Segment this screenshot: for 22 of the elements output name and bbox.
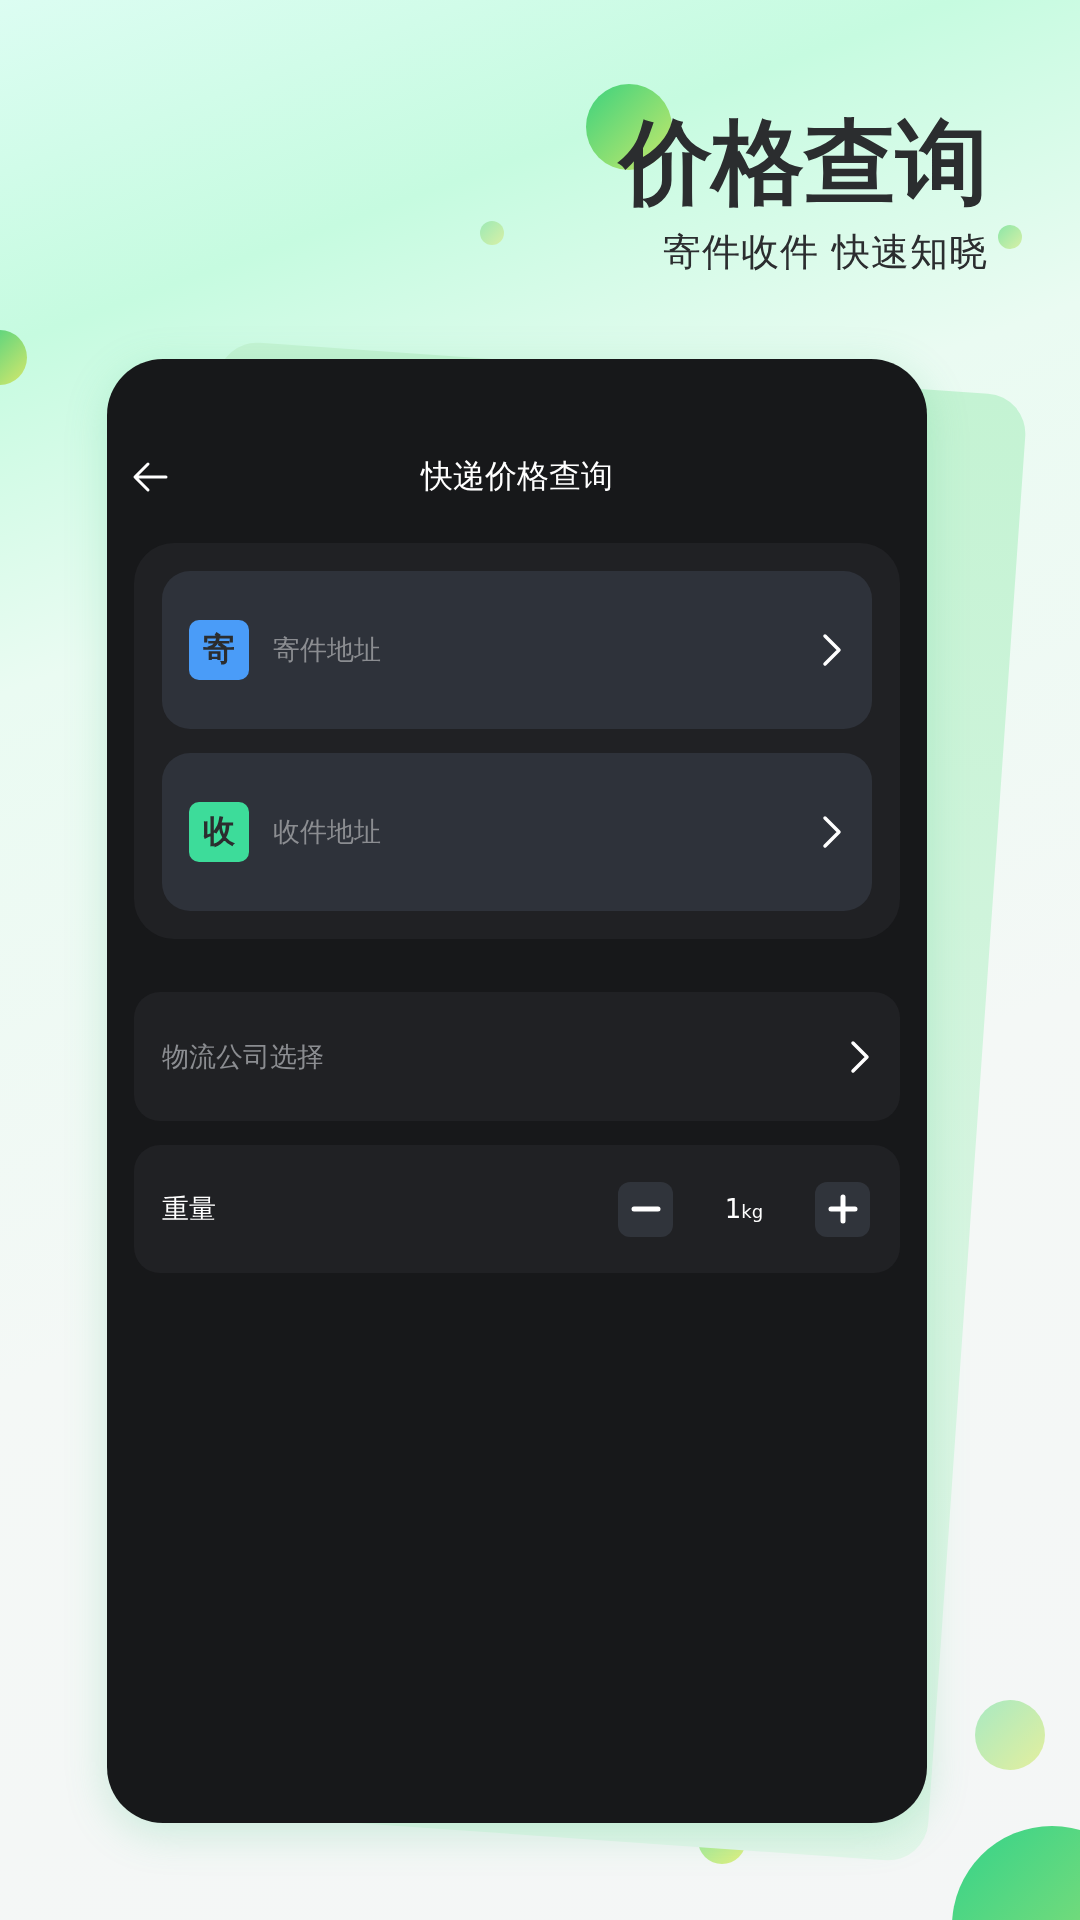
minus-button[interactable] — [618, 1181, 673, 1237]
decor-circle — [480, 221, 504, 245]
company-placeholder: 物流公司选择 — [162, 1039, 325, 1074]
company-select[interactable]: 物流公司选择 — [134, 992, 900, 1121]
subtitle: 寄件收件 快速知晓 — [662, 229, 988, 277]
address-badge: 寄 — [189, 620, 249, 680]
back-arrow-icon[interactable] — [132, 461, 168, 493]
plus-icon — [827, 1194, 858, 1224]
chevron-icon — [822, 815, 842, 849]
chevron-icon — [850, 1039, 870, 1074]
address-placeholder: 收件地址 — [273, 815, 382, 849]
address-row[interactable]: 寄 寄件地址 — [162, 571, 872, 729]
weight-label: 重量 — [162, 1192, 217, 1226]
address-row[interactable]: 收 收件地址 — [162, 753, 872, 911]
minus-icon — [630, 1206, 661, 1212]
decor-circle — [998, 225, 1022, 249]
plus-button[interactable] — [815, 1181, 870, 1237]
screen-title: 快递价格查询 — [421, 456, 613, 497]
address-badge: 收 — [189, 802, 249, 862]
chevron-icon — [822, 633, 842, 667]
address-placeholder: 寄件地址 — [273, 633, 382, 667]
weight-value: 1 kg — [723, 1194, 765, 1224]
